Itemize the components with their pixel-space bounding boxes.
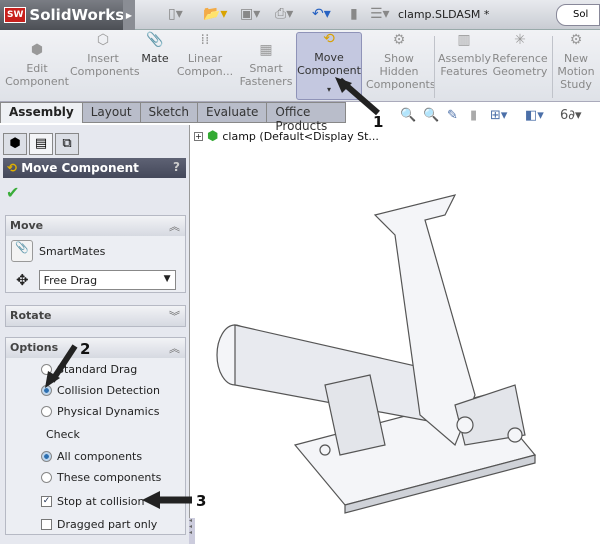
paperclip-icon: 📎 bbox=[146, 32, 164, 48]
physical-dynamics-radio[interactable]: Physical Dynamics bbox=[41, 405, 160, 418]
tab-layout[interactable]: Layout bbox=[81, 102, 141, 123]
callout-3: 3 bbox=[196, 492, 207, 510]
move-group: Move ︽ 📎 SmartMates ✥ Free Drag ▼ bbox=[5, 215, 186, 293]
move-group-header[interactable]: Move ︽ bbox=[6, 216, 185, 236]
divider bbox=[434, 36, 435, 98]
callout-arrow-2 bbox=[45, 344, 78, 388]
command-manager: ⬢ Edit Component ⬡ Insert Components 📎 Mate… bbox=[0, 30, 600, 102]
title-bar: SW SolidWorks ▶ ▯▾ 📂▾ ▣▾ ⎙▾ ↶▾ ▮ ☰▾ clamp.… bbox=[0, 0, 600, 30]
callout-2: 2 bbox=[80, 340, 91, 358]
these-components-radio[interactable]: These components bbox=[41, 471, 161, 484]
smart-fasteners-button[interactable]: ▦ Smart Fasteners bbox=[238, 42, 294, 88]
show-hidden-icon: ⚙ bbox=[392, 32, 406, 48]
zoom-area-icon[interactable]: 🔍 bbox=[423, 108, 439, 123]
ok-checkmark-button[interactable]: ✔ bbox=[6, 183, 19, 202]
divider bbox=[552, 36, 553, 98]
move-mode-select[interactable]: Free Drag ▼ bbox=[38, 270, 176, 290]
menu-expand-icon[interactable]: ▶ bbox=[123, 0, 135, 30]
all-components-radio[interactable]: All components bbox=[41, 450, 142, 463]
solidworks-logo[interactable]: SW SolidWorks ▶ bbox=[0, 0, 135, 30]
options-group-header[interactable]: Options ︽ bbox=[6, 338, 185, 358]
reference-geometry-button[interactable]: ✳ Reference Geometry bbox=[492, 32, 548, 78]
callout-1: 1 bbox=[373, 113, 384, 131]
smartmates-button[interactable]: 📎 bbox=[11, 240, 33, 262]
move-arrows-icon: ✥ bbox=[16, 271, 29, 289]
edit-component-icon: ⬢ bbox=[30, 42, 44, 58]
collapse-icon[interactable]: ︽ bbox=[169, 218, 180, 234]
configuration-manager-tab[interactable]: ⧉ bbox=[55, 133, 79, 155]
assembly-icon: ⬢ bbox=[207, 129, 219, 144]
zoom-to-fit-icon[interactable]: 🔍 bbox=[400, 108, 416, 123]
rotate-group: Rotate ︾ bbox=[5, 305, 186, 327]
stop-at-collision-checkbox[interactable]: ✓ Stop at collision bbox=[41, 495, 145, 508]
check-label: Check bbox=[46, 428, 80, 441]
property-manager-tab[interactable]: ▤ bbox=[29, 133, 53, 155]
assembly-features-button[interactable]: ▥ Assembly Features bbox=[438, 32, 491, 78]
search-input[interactable]: Sol bbox=[556, 4, 600, 26]
save-icon[interactable]: ▣▾ bbox=[240, 6, 260, 22]
assembly-icon: ⬢ bbox=[9, 136, 21, 151]
rebuild-icon[interactable]: ▮ bbox=[350, 6, 358, 22]
tab-assembly[interactable]: Assembly bbox=[0, 102, 83, 123]
options-icon[interactable]: ☰▾ bbox=[370, 6, 390, 22]
rotate-group-header[interactable]: Rotate ︾ bbox=[6, 306, 185, 326]
configuration-icon: ⧉ bbox=[62, 136, 72, 151]
view-orientation-icon[interactable]: ⊞▾ bbox=[490, 108, 507, 123]
new-motion-study-button[interactable]: ⚙ New Motion Study bbox=[556, 32, 596, 91]
edit-component-button[interactable]: ⬢ Edit Component bbox=[4, 42, 70, 88]
previous-view-icon[interactable]: ✎ bbox=[447, 108, 458, 123]
undo-icon[interactable]: ↶▾ bbox=[312, 6, 331, 22]
move-component-icon: ⟲ bbox=[323, 31, 335, 47]
new-document-icon[interactable]: ▯▾ bbox=[168, 6, 183, 22]
assembly-features-icon: ▥ bbox=[457, 32, 471, 48]
move-component-icon: ⟲ bbox=[7, 161, 22, 175]
insert-components-button[interactable]: ⬡ Insert Components bbox=[70, 32, 140, 78]
command-tabs: Assembly Layout Sketch Evaluate Office P… bbox=[0, 102, 346, 133]
panel-header: ⟲ Move Component? bbox=[3, 158, 186, 178]
smart-fasteners-icon: ▦ bbox=[259, 42, 273, 58]
collapse-icon[interactable]: ︽ bbox=[169, 340, 180, 356]
feature-tree-root[interactable]: + ⬢ clamp (Default<Display St... bbox=[194, 129, 379, 144]
motion-study-icon: ⚙ bbox=[569, 32, 583, 48]
tab-sketch[interactable]: Sketch bbox=[139, 102, 198, 123]
print-icon[interactable]: ⎙▾ bbox=[275, 6, 293, 22]
hide-show-icon[interactable]: 6∂▾ bbox=[560, 108, 582, 123]
linear-pattern-button[interactable]: ⁞⁞ Linear Compon... bbox=[174, 32, 236, 78]
property-icon: ▤ bbox=[34, 136, 48, 151]
expand-icon[interactable]: + bbox=[194, 132, 203, 141]
linear-pattern-icon: ⁞⁞ bbox=[200, 32, 210, 48]
reference-geometry-icon: ✳ bbox=[514, 32, 526, 48]
section-view-icon[interactable]: ▮ bbox=[470, 108, 477, 123]
mate-button[interactable]: 📎 Mate bbox=[138, 32, 172, 65]
feature-manager-tab[interactable]: ⬢ bbox=[3, 133, 27, 155]
dragged-part-only-checkbox[interactable]: Dragged part only bbox=[41, 518, 157, 531]
smartmates-icon: 📎 bbox=[15, 241, 29, 254]
document-title: clamp.SLDASM * bbox=[398, 8, 490, 21]
tab-evaluate[interactable]: Evaluate bbox=[196, 102, 268, 123]
dropdown-arrow-icon: ▼ bbox=[163, 274, 171, 284]
open-folder-icon[interactable]: 📂▾ bbox=[203, 6, 227, 22]
expand-icon[interactable]: ︾ bbox=[169, 308, 180, 324]
display-style-icon[interactable]: ◧▾ bbox=[525, 108, 544, 123]
property-manager: ⬢ ▤ ⧉ ⟲ Move Component? ✔ Move ︽ 📎 SmartMa… bbox=[0, 125, 195, 544]
callout-arrow-3 bbox=[142, 491, 192, 509]
clamp-model[interactable] bbox=[195, 145, 600, 544]
help-button[interactable]: ? bbox=[173, 160, 180, 174]
insert-components-icon: ⬡ bbox=[96, 32, 110, 48]
